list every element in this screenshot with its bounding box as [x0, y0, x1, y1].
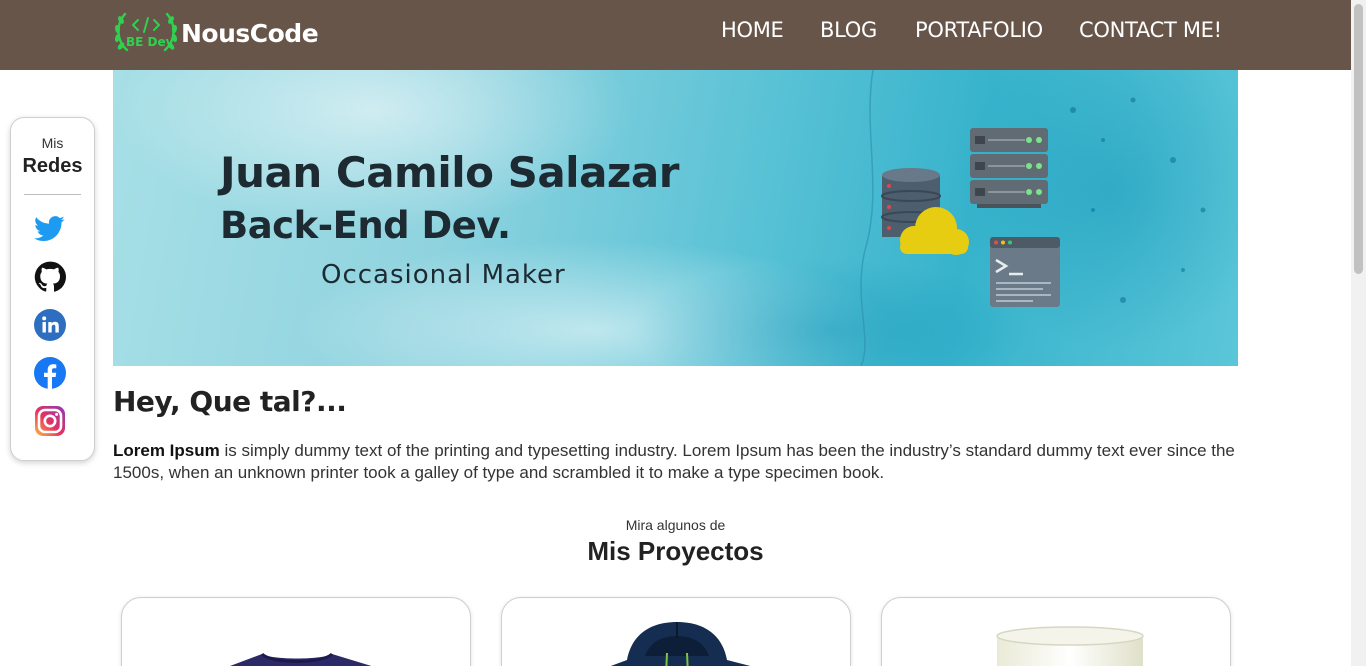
intro-heading: Hey, Que tal?...: [113, 385, 347, 418]
logo-text: NousCode: [181, 18, 319, 48]
scrollbar-thumb[interactable]: [1354, 4, 1363, 274]
projects-title: Mis Proyectos: [587, 536, 764, 566]
intro-paragraph: Lorem Ipsum is simply dummy text of the …: [113, 440, 1238, 484]
facebook-icon[interactable]: [34, 357, 66, 389]
banner-name: Juan Camilo Salazar: [220, 148, 679, 197]
site-logo[interactable]: BE Dev NousCode: [113, 8, 319, 58]
site-header: BE Dev NousCode HOME BLOG PORTAFOLIO CON…: [0, 0, 1351, 70]
hero-banner: Juan Camilo Salazar Back-End Dev. Occasi…: [113, 70, 1238, 366]
nav-portafolio[interactable]: PORTAFOLIO: [915, 18, 1043, 42]
twitter-icon[interactable]: [34, 213, 66, 245]
project-card-tshirt[interactable]: [121, 597, 471, 666]
nav-home[interactable]: HOME: [721, 18, 784, 42]
mug-image: [996, 626, 1144, 666]
intro-bold: Lorem Ipsum: [113, 441, 220, 460]
banner-subtitle: Occasional Maker: [321, 260, 566, 290]
social-title: Redes: [22, 155, 83, 177]
social-sidebar: Mis Redes: [10, 117, 95, 461]
terminal-icon: [990, 237, 1060, 307]
projects-caption: Mira algunos de: [625, 517, 726, 533]
instagram-icon[interactable]: [34, 405, 66, 437]
project-card-hoodie[interactable]: [501, 597, 851, 666]
logo-badge: BE Dev: [113, 8, 179, 58]
page-scrollbar[interactable]: [1351, 0, 1366, 666]
logo-badge-text: BE Dev: [126, 35, 174, 49]
social-caption: Mis: [41, 135, 64, 151]
project-card-mug[interactable]: [881, 597, 1231, 666]
laurel-icon: [114, 12, 178, 52]
tshirt-image: [230, 652, 372, 666]
intro-text: is simply dummy text of the printing and…: [113, 441, 1235, 482]
nav-contact[interactable]: CONTACT ME!: [1079, 18, 1222, 42]
social-divider: [24, 194, 81, 195]
banner-role: Back-End Dev.: [220, 204, 511, 247]
server-rack-icon: [970, 128, 1048, 208]
linkedin-icon[interactable]: [34, 309, 66, 341]
nav-blog[interactable]: BLOG: [820, 18, 877, 42]
github-icon[interactable]: [34, 261, 66, 293]
hoodie-image: [610, 622, 751, 666]
